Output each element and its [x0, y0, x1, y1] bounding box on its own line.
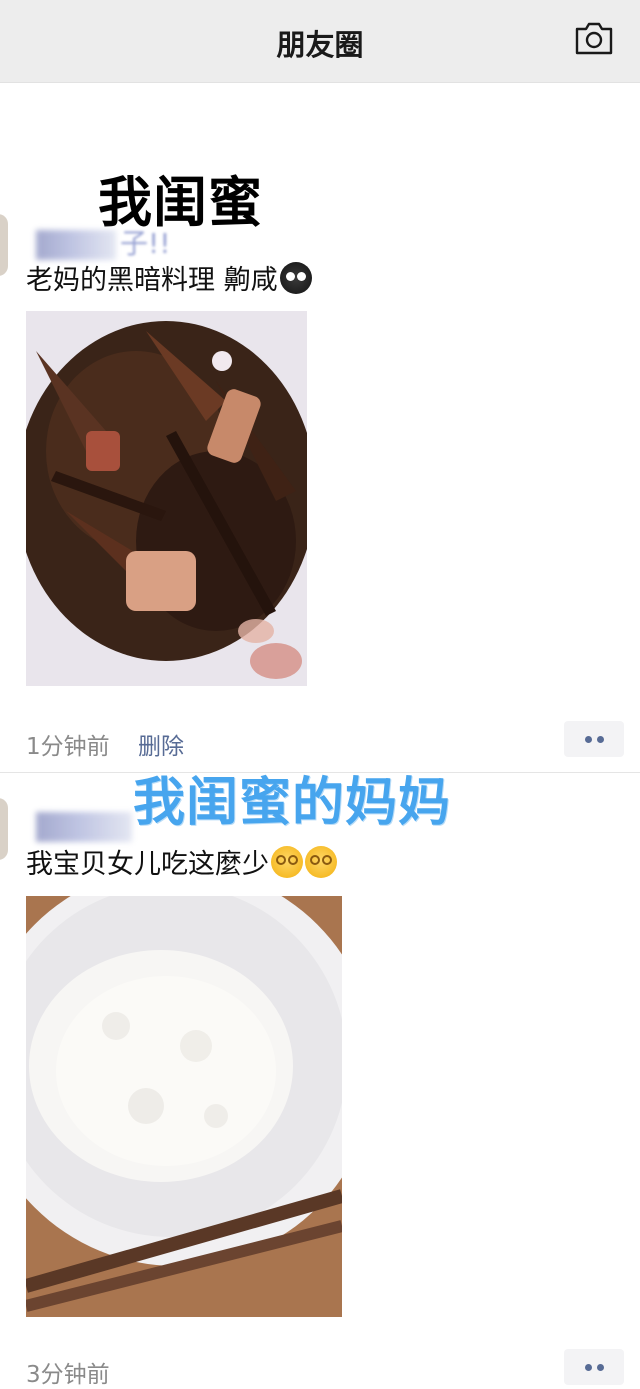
- post-text-content: 老妈的黑暗料理 齁咸: [26, 265, 278, 296]
- post-timestamp: 3分钟前: [26, 1362, 110, 1388]
- more-dots-icon[interactable]: [564, 1349, 624, 1385]
- post-text-content: 我宝贝女儿吃这麼少: [26, 849, 269, 880]
- page-title: 朋友圈: [276, 28, 364, 62]
- food-photo[interactable]: [26, 311, 307, 686]
- rice-bowl-photo[interactable]: [26, 896, 342, 1317]
- blurred-username[interactable]: [36, 230, 116, 260]
- dot: [597, 736, 604, 743]
- dizzy-face-emoji: [271, 846, 303, 878]
- delete-link[interactable]: 删除: [138, 727, 184, 761]
- dark-face-emoji: [279, 262, 312, 294]
- more-dots-icon[interactable]: [564, 721, 624, 757]
- post-text: 老妈的黑暗料理 齁咸: [26, 258, 312, 297]
- avatar[interactable]: [0, 214, 8, 276]
- dot: [585, 736, 592, 743]
- post-timestamp: 1分钟前: [26, 734, 110, 760]
- top-nav-bar: 朋友圈: [0, 0, 640, 83]
- username-tail: 子!!: [120, 227, 171, 260]
- blurred-username[interactable]: [36, 812, 132, 842]
- dot: [597, 1364, 604, 1371]
- post-text: 我宝贝女儿吃这麼少: [26, 842, 337, 881]
- overlay-caption-middle: 我闺蜜的妈妈: [133, 773, 452, 833]
- camera-icon[interactable]: [574, 20, 614, 56]
- avatar[interactable]: [0, 798, 8, 860]
- dizzy-face-emoji: [305, 846, 337, 878]
- dot: [585, 1364, 592, 1371]
